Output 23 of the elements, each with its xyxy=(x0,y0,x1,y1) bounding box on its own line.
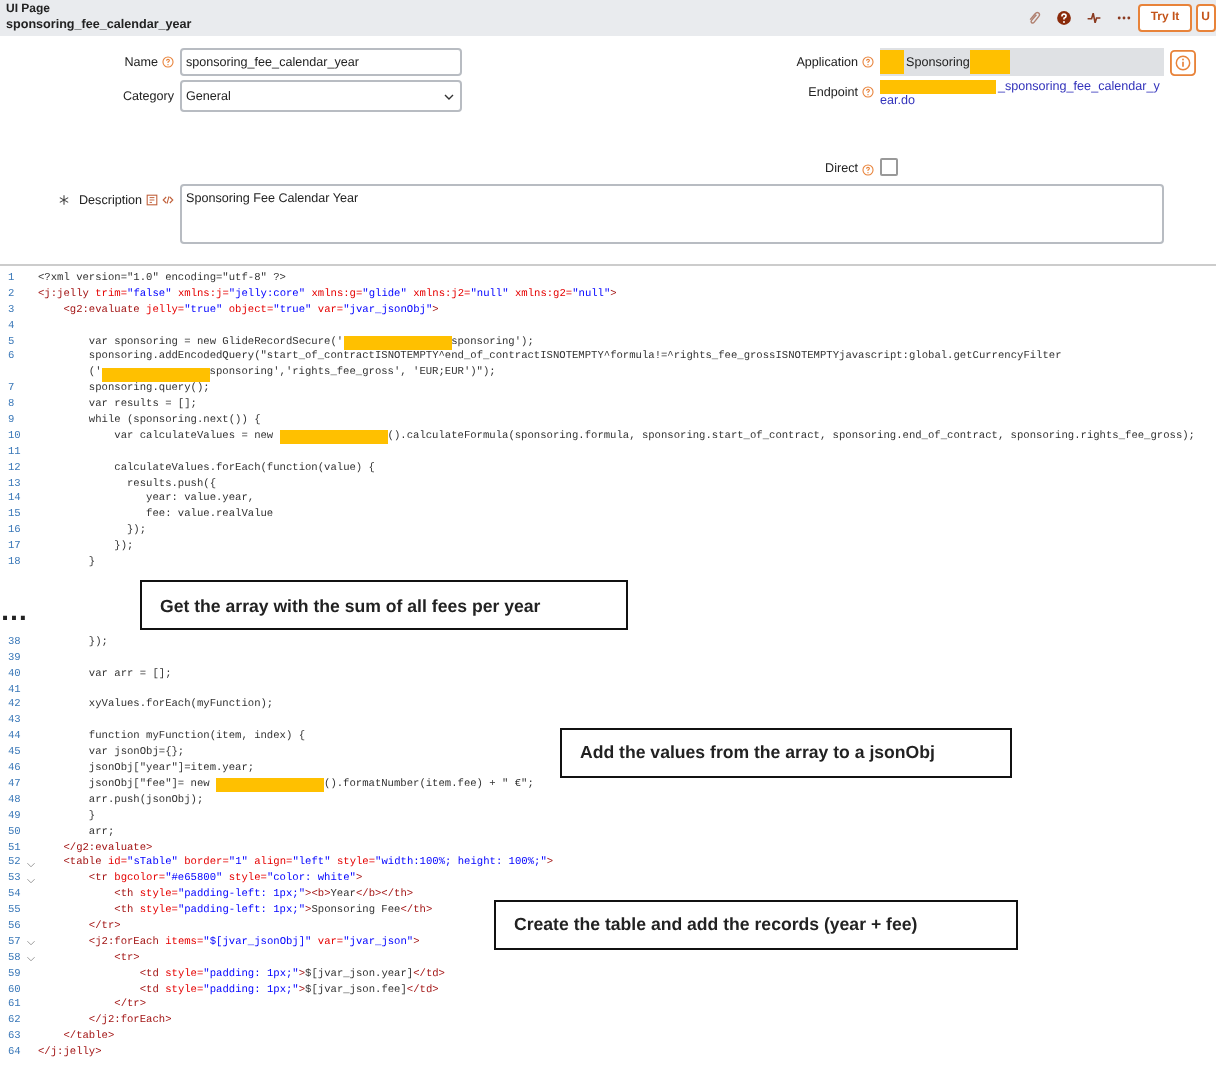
code-icon[interactable] xyxy=(162,194,174,206)
direct-checkbox[interactable] xyxy=(880,158,898,176)
paperclip-icon[interactable] xyxy=(1026,10,1043,26)
ellipsis-mark: … xyxy=(0,599,30,620)
caret-icon xyxy=(444,93,454,99)
annotation-callout: Get the array with the sum of all fees per year xyxy=(140,580,628,631)
redaction-mark xyxy=(969,50,1010,74)
redaction-mark xyxy=(279,430,388,445)
redaction-mark xyxy=(343,336,452,350)
redaction-mark xyxy=(880,50,904,74)
fold-chevron-icon[interactable] xyxy=(26,861,36,868)
activity-icon[interactable] xyxy=(1086,10,1103,26)
annotation-callout: Add the values from the array to a jsonObj xyxy=(560,727,1012,778)
spellcheck-icon[interactable] xyxy=(146,194,158,206)
redaction-mark xyxy=(216,778,325,793)
fold-chevron-icon[interactable] xyxy=(26,956,36,963)
redaction-mark xyxy=(101,367,210,382)
redaction-mark xyxy=(880,80,996,94)
help-icon[interactable] xyxy=(1056,10,1073,26)
fold-chevron-icon[interactable] xyxy=(26,940,36,947)
info-button-icon[interactable] xyxy=(1169,49,1195,75)
fold-chevron-icon[interactable] xyxy=(26,877,36,884)
annotation-callout: Create the table and add the records (year + fee) xyxy=(494,899,1018,950)
